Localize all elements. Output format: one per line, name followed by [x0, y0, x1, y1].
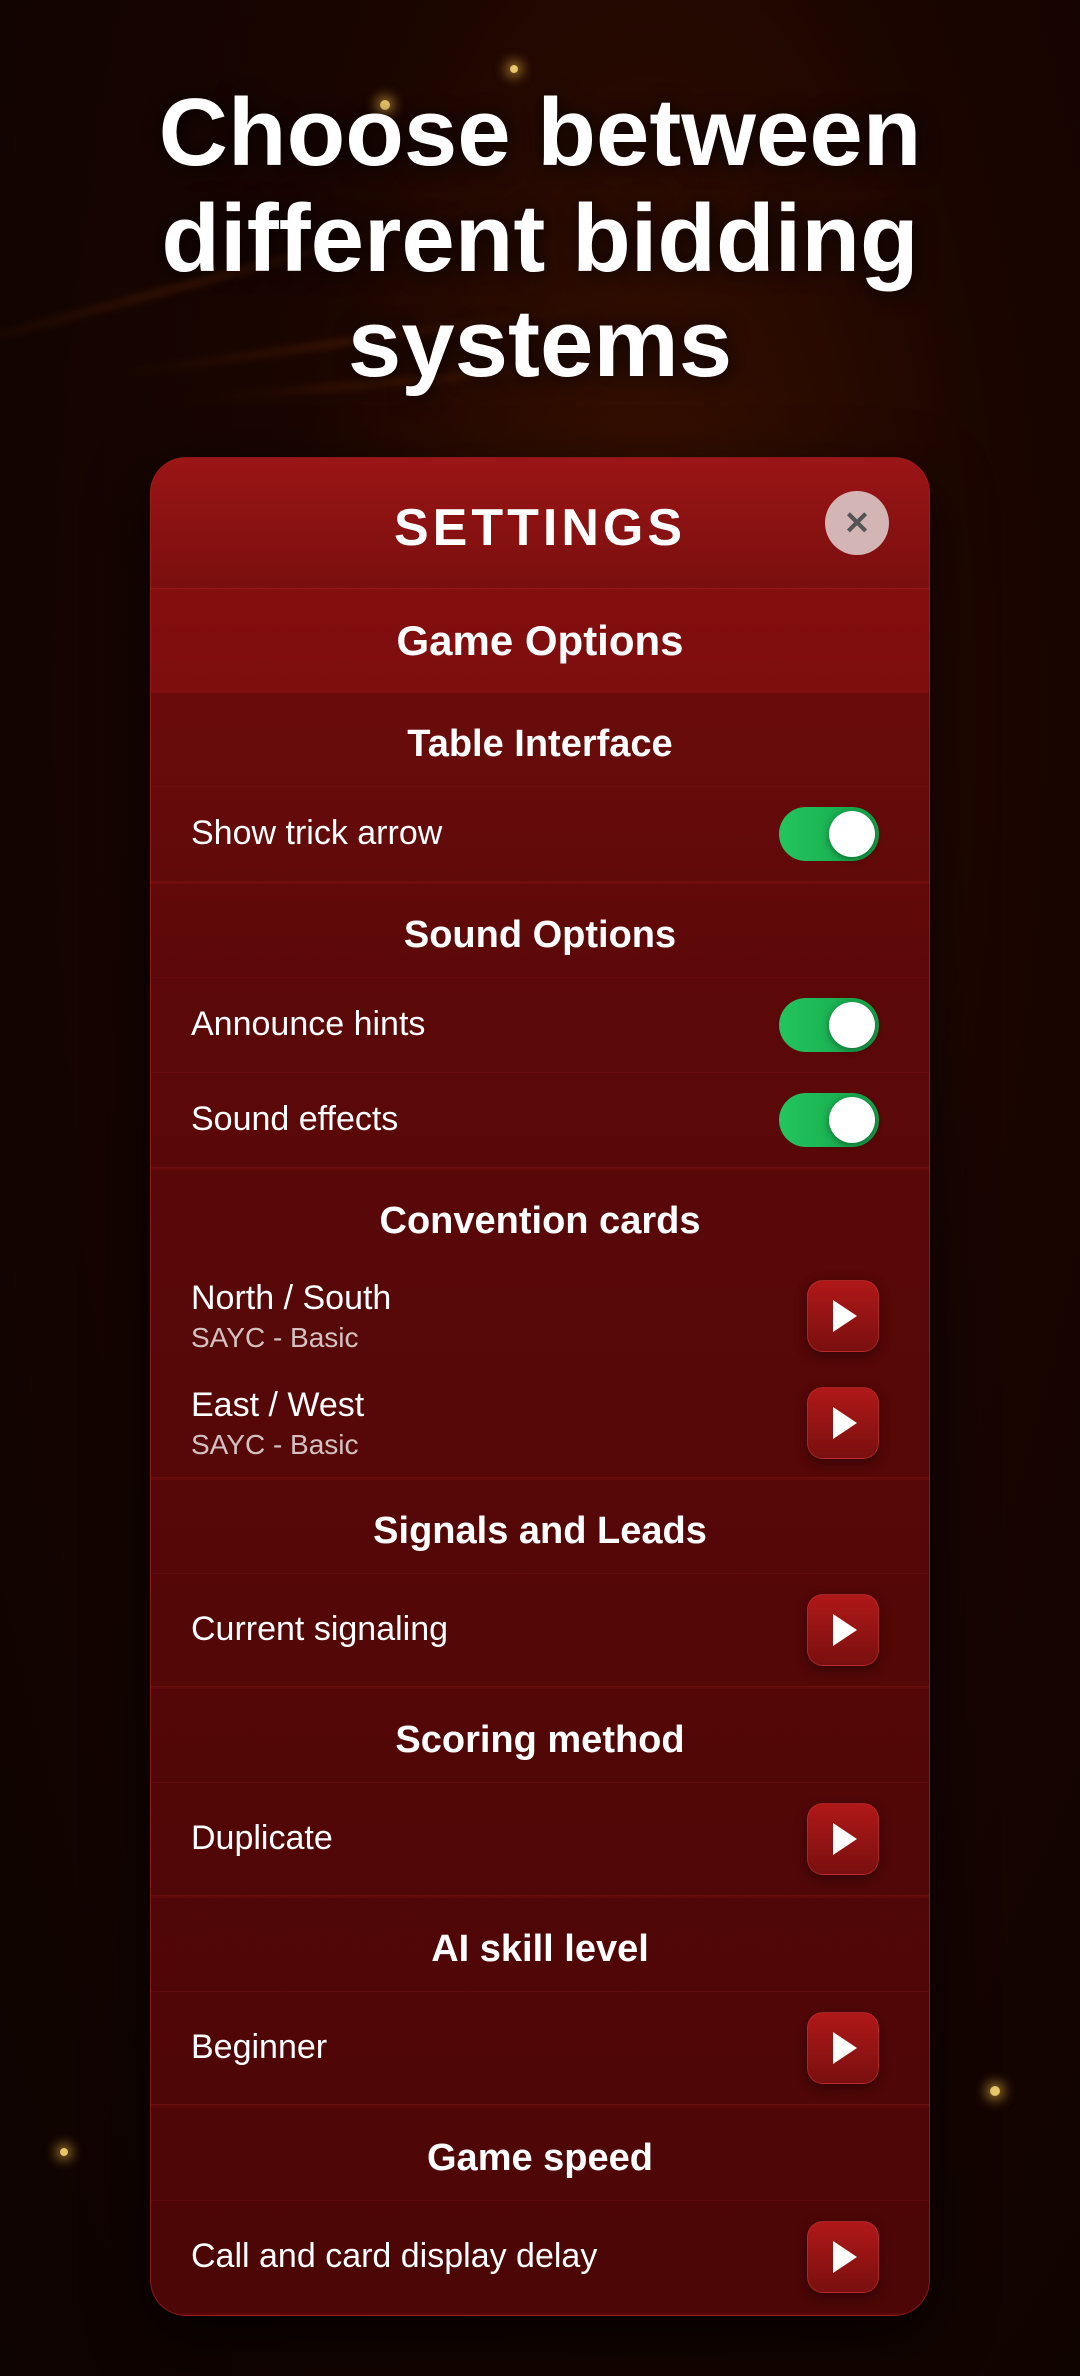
- hero-title: Choose between different bidding systems: [30, 80, 1050, 397]
- arrow-icon: [833, 1614, 857, 1646]
- arrow-icon: [833, 1300, 857, 1332]
- section-label-ai-skill-level: AI skill level: [151, 1898, 929, 1991]
- row-stack-north-south: North / South SAYC - Basic: [191, 1279, 391, 1354]
- row-label-east-west: East / West: [191, 1386, 364, 1425]
- row-stack-east-west: East / West SAYC - Basic: [191, 1386, 364, 1461]
- row-show-trick-arrow: Show trick arrow: [151, 786, 929, 881]
- arrow-button-current-signaling[interactable]: [807, 1594, 879, 1666]
- row-east-west: East / West SAYC - Basic: [151, 1370, 929, 1477]
- row-label-north-south: North / South: [191, 1279, 391, 1318]
- settings-modal: SETTINGS ✕ Game Options Table Interface …: [150, 457, 930, 2316]
- row-sublabel-north-south: SAYC - Basic: [191, 1322, 391, 1354]
- section-ai-skill-level: AI skill level Beginner: [151, 1898, 929, 2105]
- close-button[interactable]: ✕: [825, 491, 889, 555]
- section-signals-leads: Signals and Leads Current signaling: [151, 1480, 929, 1687]
- section-game-speed: Game speed Call and card display delay: [151, 2107, 929, 2313]
- arrow-button-call-card-delay[interactable]: [807, 2221, 879, 2293]
- arrow-button-east-west[interactable]: [807, 1387, 879, 1459]
- row-current-signaling: Current signaling: [151, 1573, 929, 1686]
- section-label-table-interface: Table Interface: [151, 693, 929, 786]
- row-label-duplicate: Duplicate: [191, 1819, 333, 1858]
- section-table-interface: Table Interface Show trick arrow: [151, 693, 929, 882]
- row-label-current-signaling: Current signaling: [191, 1610, 448, 1649]
- row-sound-effects: Sound effects: [151, 1072, 929, 1167]
- row-beginner: Beginner: [151, 1991, 929, 2104]
- toggle-show-trick-arrow[interactable]: [779, 807, 879, 861]
- arrow-button-duplicate[interactable]: [807, 1803, 879, 1875]
- section-label-sound-options: Sound Options: [151, 884, 929, 977]
- row-announce-hints: Announce hints: [151, 977, 929, 1072]
- toggle-knob: [829, 811, 875, 857]
- section-label-signals-leads: Signals and Leads: [151, 1480, 929, 1573]
- row-label-sound-effects: Sound effects: [191, 1100, 398, 1139]
- arrow-button-north-south[interactable]: [807, 1280, 879, 1352]
- section-label-convention-cards: Convention cards: [151, 1170, 929, 1263]
- section-label-game-speed: Game speed: [151, 2107, 929, 2200]
- row-sublabel-east-west: SAYC - Basic: [191, 1429, 364, 1461]
- section-scoring-method: Scoring method Duplicate: [151, 1689, 929, 1896]
- section-convention-cards: Convention cards North / South SAYC - Ba…: [151, 1170, 929, 1478]
- row-label-beginner: Beginner: [191, 2028, 327, 2067]
- page-content: Choose between different bidding systems…: [0, 0, 1080, 2376]
- toggle-announce-hints[interactable]: [779, 998, 879, 1052]
- toggle-knob: [829, 1002, 875, 1048]
- row-label-call-card-delay: Call and card display delay: [191, 2237, 597, 2276]
- toggle-sound-effects[interactable]: [779, 1093, 879, 1147]
- modal-body: Game Options Table Interface Show trick …: [151, 589, 929, 2313]
- section-label-scoring-method: Scoring method: [151, 1689, 929, 1782]
- row-label-show-trick-arrow: Show trick arrow: [191, 814, 442, 853]
- game-options-label: Game Options: [151, 589, 929, 693]
- modal-header: SETTINGS ✕: [151, 458, 929, 589]
- arrow-icon: [833, 2241, 857, 2273]
- row-north-south: North / South SAYC - Basic: [151, 1263, 929, 1370]
- arrow-button-beginner[interactable]: [807, 2012, 879, 2084]
- arrow-icon: [833, 2032, 857, 2064]
- section-sound-options: Sound Options Announce hints Sound effec…: [151, 884, 929, 1168]
- arrow-icon: [833, 1407, 857, 1439]
- modal-title: SETTINGS: [394, 498, 686, 558]
- toggle-knob: [829, 1097, 875, 1143]
- arrow-icon: [833, 1823, 857, 1855]
- row-duplicate: Duplicate: [151, 1782, 929, 1895]
- row-label-announce-hints: Announce hints: [191, 1005, 425, 1044]
- row-call-card-delay: Call and card display delay: [151, 2200, 929, 2313]
